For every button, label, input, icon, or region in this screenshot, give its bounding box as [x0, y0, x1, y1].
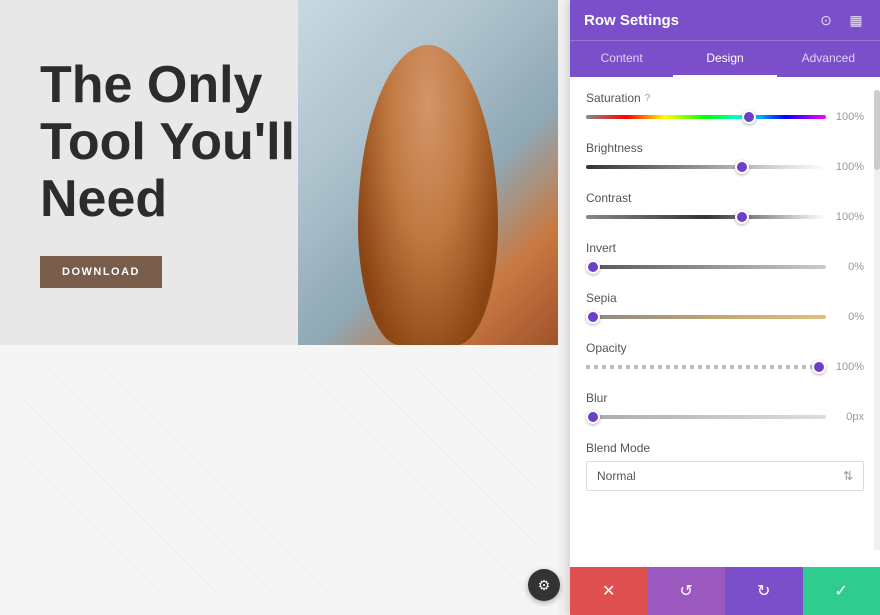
sepia-label: Sepia	[586, 291, 617, 305]
blur-thumb[interactable]	[586, 410, 600, 424]
header-icons: ⊙ ▦	[816, 10, 866, 30]
wrench-icon: ⚙	[538, 577, 551, 594]
blur-label: Blur	[586, 391, 607, 405]
opacity-label: Opacity	[586, 341, 627, 355]
panel-content: Saturation ? 100% Brightness 100%	[570, 77, 880, 567]
hero-image	[298, 0, 558, 345]
contrast-value: 100%	[834, 211, 864, 223]
saturation-value: 100%	[834, 111, 864, 123]
opacity-thumb[interactable]	[812, 360, 826, 374]
undo-button[interactable]: ↺	[648, 567, 726, 615]
contrast-slider[interactable]	[586, 215, 826, 219]
saturation-thumb[interactable]	[742, 110, 756, 124]
save-button[interactable]: ✓	[803, 567, 880, 615]
right-panel: Row Settings ⊙ ▦ Content Design Advanced…	[570, 0, 880, 615]
scrollbar-track	[874, 90, 880, 550]
contrast-thumb[interactable]	[735, 210, 749, 224]
opacity-row: Opacity 100%	[586, 341, 864, 373]
saturation-help: ?	[645, 93, 651, 104]
blur-slider[interactable]	[586, 415, 826, 419]
invert-slider[interactable]	[586, 265, 826, 269]
hero-section: The Only Tool You'll Need DownloaD	[0, 0, 558, 345]
opacity-slider[interactable]	[586, 365, 826, 369]
brightness-label: Brightness	[586, 141, 643, 155]
blend-mode-section: Blend Mode Normal Multiply Screen Overla…	[586, 441, 864, 491]
brightness-thumb[interactable]	[735, 160, 749, 174]
redo-button[interactable]: ↻	[725, 567, 803, 615]
invert-label: Invert	[586, 241, 616, 255]
hero-title: The Only Tool You'll Need	[40, 57, 295, 229]
panel-title: Row Settings	[584, 12, 679, 29]
contrast-row: Contrast 100%	[586, 191, 864, 223]
blend-mode-select[interactable]: Normal Multiply Screen Overlay Darken Li…	[587, 462, 863, 490]
panel-footer: ✕ ↺ ↻ ✓	[570, 567, 880, 615]
tab-content[interactable]: Content	[570, 41, 673, 77]
brightness-row: Brightness 100%	[586, 141, 864, 173]
panel-header: Row Settings ⊙ ▦	[570, 0, 880, 40]
saturation-slider[interactable]	[586, 115, 826, 119]
tab-design[interactable]: Design	[673, 41, 776, 77]
sepia-row: Sepia 0%	[586, 291, 864, 323]
opacity-value: 100%	[834, 361, 864, 373]
blend-mode-label: Blend Mode	[586, 441, 864, 455]
settings-icon[interactable]: ⊙	[816, 10, 836, 30]
scrollbar-thumb[interactable]	[874, 90, 880, 170]
blend-mode-wrapper: Normal Multiply Screen Overlay Darken Li…	[586, 461, 864, 491]
sepia-value: 0%	[834, 311, 864, 323]
sepia-slider[interactable]	[586, 315, 826, 319]
blur-value: 0px	[834, 411, 864, 423]
hero-text: The Only Tool You'll Need DownloaD	[0, 27, 335, 319]
sepia-thumb[interactable]	[586, 310, 600, 324]
watermark	[20, 365, 538, 595]
saturation-label: Saturation	[586, 91, 641, 105]
blur-row: Blur 0px	[586, 391, 864, 423]
tab-advanced[interactable]: Advanced	[777, 41, 880, 77]
download-button[interactable]: DownloaD	[40, 256, 162, 288]
saturation-row: Saturation ? 100%	[586, 91, 864, 123]
cancel-button[interactable]: ✕	[570, 567, 648, 615]
contrast-label: Contrast	[586, 191, 631, 205]
brightness-value: 100%	[834, 161, 864, 173]
invert-value: 0%	[834, 261, 864, 273]
left-panel: The Only Tool You'll Need DownloaD	[0, 0, 558, 615]
brightness-slider[interactable]	[586, 165, 826, 169]
left-bottom	[0, 345, 558, 615]
panel-tabs: Content Design Advanced	[570, 40, 880, 77]
invert-row: Invert 0%	[586, 241, 864, 273]
invert-thumb[interactable]	[586, 260, 600, 274]
floating-tool-button[interactable]: ⚙	[528, 569, 560, 601]
grid-icon[interactable]: ▦	[846, 10, 866, 30]
